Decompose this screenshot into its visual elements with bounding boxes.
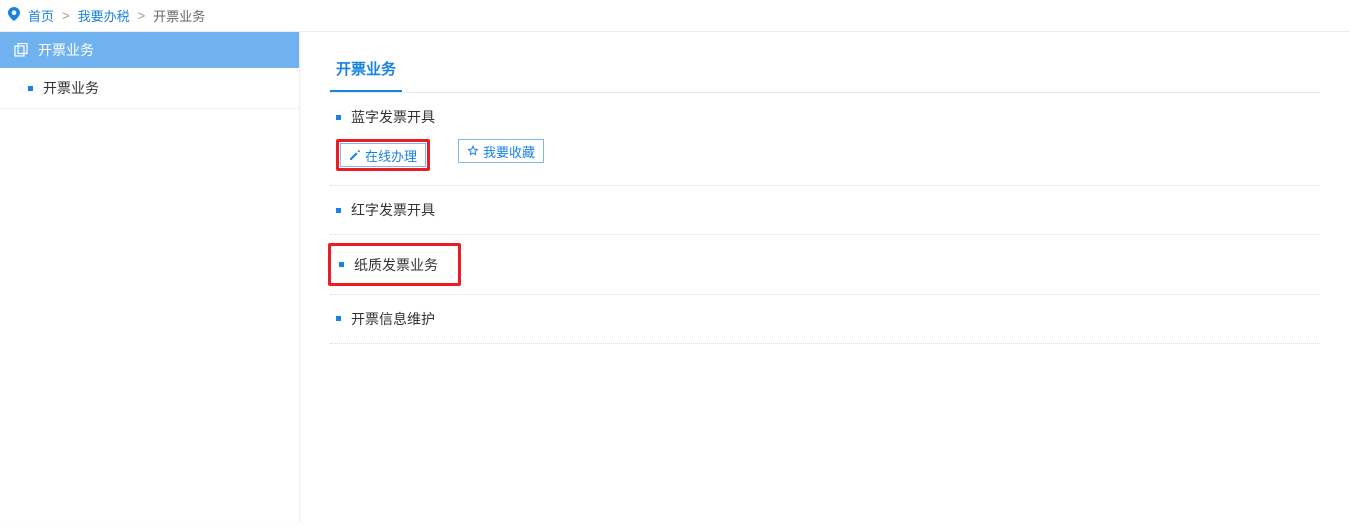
item-info-maintain[interactable]: 开票信息维护 xyxy=(336,309,1314,329)
pencil-icon xyxy=(349,149,361,161)
page-title: 开票业务 xyxy=(330,50,402,92)
sidebar-item-label: 开票业务 xyxy=(43,78,99,98)
copy-icon xyxy=(14,43,28,57)
favorite-label: 我要收藏 xyxy=(483,142,535,161)
sidebar-header: 开票业务 xyxy=(0,32,299,68)
item-label: 蓝字发票开具 xyxy=(351,107,435,127)
item-blue-invoice[interactable]: 蓝字发票开具 xyxy=(336,107,1314,127)
highlight-online: 在线办理 xyxy=(336,139,430,171)
item-label: 开票信息维护 xyxy=(351,309,435,329)
bullet-icon xyxy=(336,115,341,120)
online-handle-label: 在线办理 xyxy=(365,146,417,165)
sidebar-item-invoice[interactable]: 开票业务 xyxy=(0,68,299,109)
list-item: 开票信息维护 xyxy=(330,295,1320,344)
star-icon xyxy=(467,145,479,157)
highlight-paper-invoice: 纸质发票业务 xyxy=(328,243,461,286)
breadcrumb-home[interactable]: 首页 xyxy=(28,6,54,25)
favorite-button[interactable]: 我要收藏 xyxy=(458,139,544,163)
sidebar: 开票业务 开票业务 xyxy=(0,32,300,522)
bullet-icon xyxy=(28,86,33,91)
item-red-invoice[interactable]: 红字发票开具 xyxy=(336,200,1314,220)
location-icon xyxy=(8,7,20,24)
online-handle-button[interactable]: 在线办理 xyxy=(340,143,426,167)
breadcrumb-sep: > xyxy=(138,8,146,23)
sidebar-title: 开票业务 xyxy=(38,40,94,60)
breadcrumb-tax[interactable]: 我要办税 xyxy=(78,6,130,25)
bullet-icon xyxy=(336,316,341,321)
item-label: 纸质发票业务 xyxy=(354,255,438,275)
main-content: 开票业务 蓝字发票开具 在线办理 xyxy=(300,32,1350,522)
breadcrumb-sep: > xyxy=(62,8,70,23)
item-paper-invoice[interactable]: 纸质发票业务 xyxy=(339,255,438,275)
breadcrumb: 首页 > 我要办税 > 开票业务 xyxy=(0,0,1350,32)
list-item: 纸质发票业务 xyxy=(330,235,1320,294)
bullet-icon xyxy=(339,262,344,267)
list-item: 蓝字发票开具 在线办理 xyxy=(330,93,1320,186)
bullet-icon xyxy=(336,208,341,213)
invoice-list: 蓝字发票开具 在线办理 xyxy=(330,93,1320,344)
item-label: 红字发票开具 xyxy=(351,200,435,220)
list-item: 红字发票开具 xyxy=(330,186,1320,235)
breadcrumb-current: 开票业务 xyxy=(153,6,205,25)
